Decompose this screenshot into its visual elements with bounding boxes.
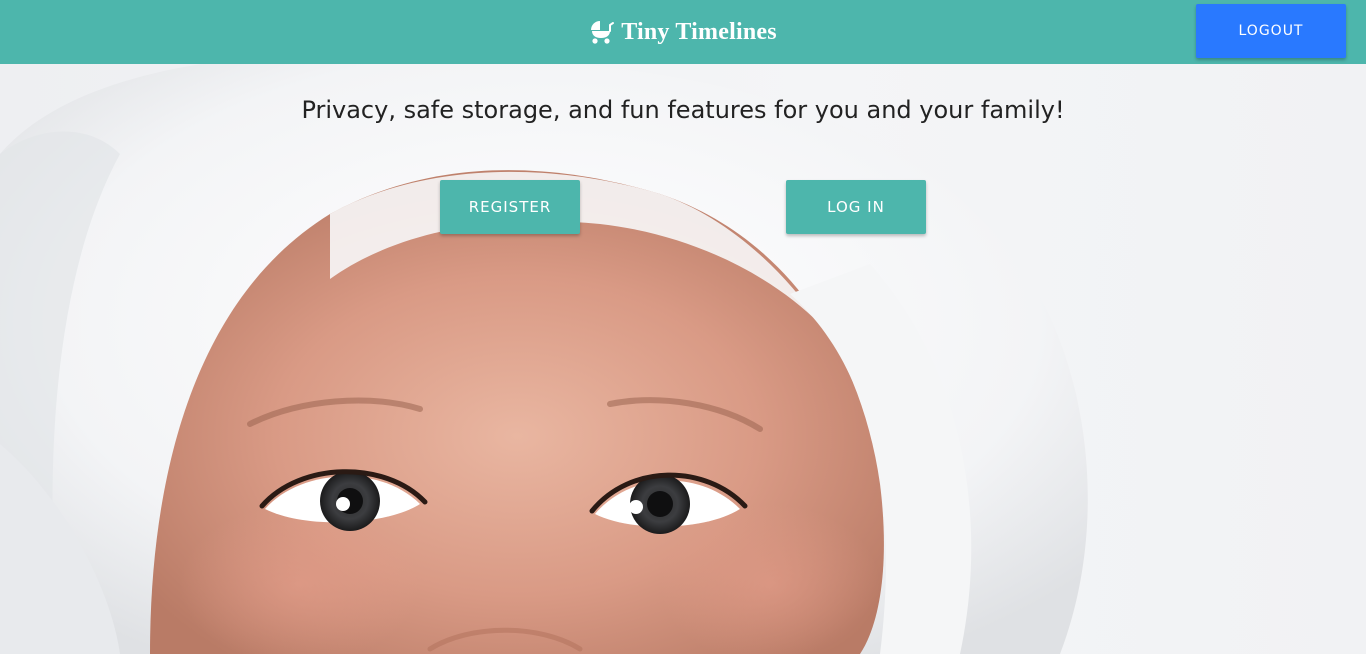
register-button[interactable]: REGISTER (440, 180, 580, 234)
brand-title: Tiny Timelines (621, 18, 777, 45)
baby-in-towel-photo (0, 64, 1088, 654)
hero-background-image (0, 64, 1366, 654)
login-button[interactable]: LOG IN (786, 180, 926, 234)
hero-tagline: Privacy, safe storage, and fun features … (301, 96, 1065, 124)
brand-logo-link[interactable]: Tiny Timelines (0, 0, 1366, 64)
logout-button[interactable]: LOGOUT (1196, 4, 1346, 58)
baby-carriage-icon (589, 19, 615, 45)
top-navbar: Tiny Timelines LOGOUT (0, 0, 1366, 64)
page: Tiny Timelines LOGOUT Privacy, safe stor… (0, 0, 1366, 654)
